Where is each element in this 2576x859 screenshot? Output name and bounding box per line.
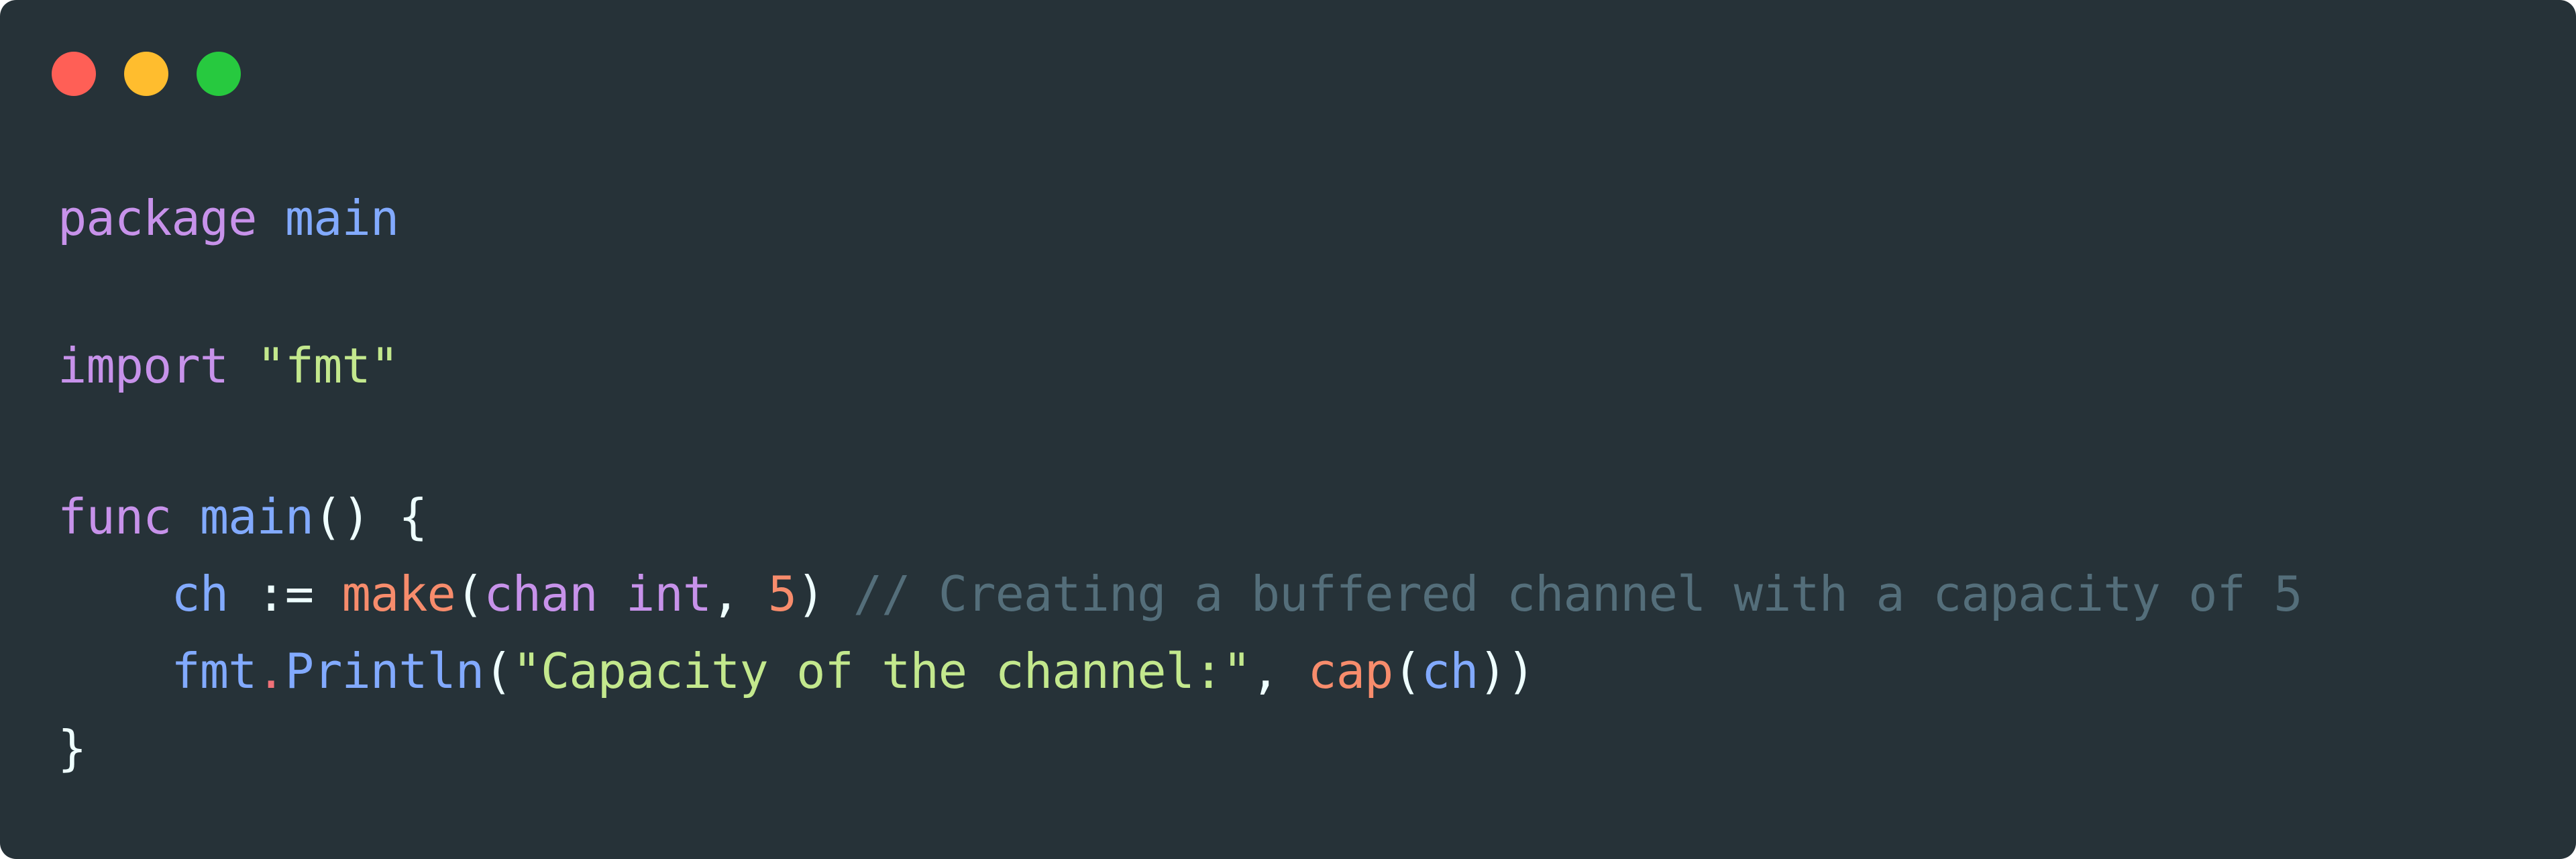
- code-token: "fmt": [256, 338, 399, 394]
- code-token: package: [58, 190, 257, 246]
- code-token: ): [796, 566, 853, 622]
- code-token: (: [484, 643, 513, 699]
- code-token: ch: [171, 566, 229, 622]
- close-icon[interactable]: [52, 52, 96, 96]
- code-token: import: [58, 338, 229, 394]
- minimize-icon[interactable]: [124, 52, 168, 96]
- code-token: chan: [484, 566, 598, 622]
- code-token: (: [455, 566, 484, 622]
- code-token: main: [284, 190, 399, 246]
- window-controls: [52, 52, 241, 96]
- code-line: import "fmt": [58, 329, 2302, 403]
- code-token: (: [1393, 643, 1421, 699]
- code-window: package main import "fmt" func main() { ch…: [0, 0, 2576, 859]
- code-token: .: [256, 643, 285, 699]
- code-block[interactable]: package main import "fmt" func main() { ch…: [58, 181, 2303, 789]
- code-token: ch: [1421, 643, 1479, 699]
- code-line: package main: [58, 181, 2302, 255]
- code-token: }: [58, 720, 87, 776]
- code-token: :=: [256, 566, 314, 622]
- code-line: func main() {: [58, 480, 2302, 557]
- code-token: // Creating a buffered channel with a ca…: [853, 566, 2303, 622]
- maximize-icon[interactable]: [197, 52, 241, 96]
- code-token: main: [199, 489, 314, 545]
- code-token: () {: [313, 489, 427, 545]
- code-token: ,: [711, 566, 768, 622]
- code-token: "Capacity of the channel:": [512, 643, 1252, 699]
- code-line: fmt.Println("Capacity of the channel:", …: [58, 634, 2302, 711]
- code-token: cap: [1307, 643, 1393, 699]
- code-token: )): [1478, 643, 1536, 699]
- code-token: Println: [284, 643, 484, 699]
- code-token: 5: [767, 566, 797, 622]
- code-line: }: [58, 711, 2302, 789]
- code-token: fmt: [171, 643, 257, 699]
- code-token: make: [341, 566, 456, 622]
- code-token: func: [58, 489, 172, 545]
- code-token: ,: [1250, 643, 1308, 699]
- code-token: int: [626, 566, 712, 622]
- code-line: ch := make(chan int, 5) // Creating a bu…: [58, 557, 2302, 634]
